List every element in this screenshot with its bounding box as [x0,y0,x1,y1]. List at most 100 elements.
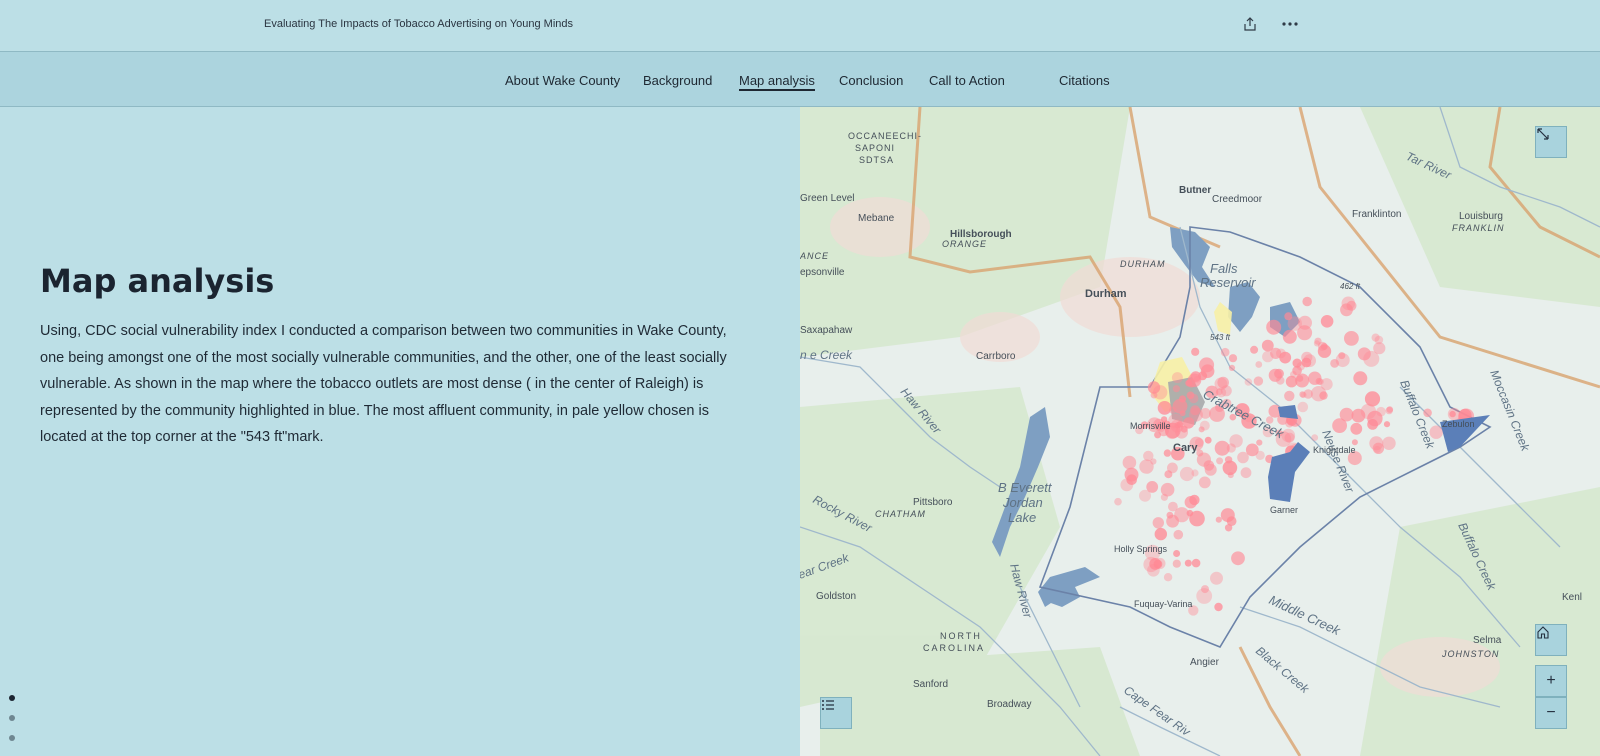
outlet-heat-point [1262,350,1274,363]
zoom-in-button[interactable]: + [1535,665,1567,697]
map-label: B Everett [998,480,1053,495]
map-label: Garner [1270,505,1298,515]
outlet-heat-point [1122,455,1137,470]
map-label: Franklinton [1352,209,1401,220]
outlet-heat-point [1255,450,1265,460]
map-label: SAPONI [855,143,895,153]
nav-map-analysis[interactable]: Map analysis [739,73,815,91]
map-label: Green Level [800,193,854,204]
map-label: Pittsboro [913,497,953,508]
outlet-heat-point [1189,510,1205,527]
outlet-heat-point [1163,573,1173,582]
map-label: CHATHAM [875,509,926,519]
outlet-heat-point [1220,347,1230,357]
outlet-heat-point [1157,401,1172,415]
outlet-heat-point [1220,508,1235,523]
outlet-heat-point [1198,426,1205,433]
outlet-heat-point [1184,496,1197,509]
outlet-heat-point [1172,559,1181,568]
outlet-heat-point [1191,469,1199,477]
more-options-icon[interactable] [1280,14,1300,34]
progress-dot[interactable] [9,735,15,741]
outlet-heat-point [1383,421,1391,428]
outlet-heat-point [1256,439,1263,446]
outlet-heat-point [1320,315,1334,328]
outlet-heat-point [1224,524,1233,532]
outlet-heat-point [1282,329,1297,344]
map-label: Broadway [987,699,1031,710]
map-label: Durham [1085,288,1127,300]
outlet-heat-point [1167,462,1178,474]
outlet-heat-point [1244,378,1253,386]
outlet-heat-point [1311,434,1319,441]
outlet-heat-point [1147,564,1160,577]
legend-icon[interactable] [820,697,852,729]
outlet-heat-point [1184,559,1192,567]
outlet-heat-point [1154,431,1162,439]
outlet-heat-point [1297,401,1309,413]
outlet-heat-point [1350,422,1363,435]
outlet-heat-point [1216,457,1224,465]
high-vulnerability-community[interactable] [1278,405,1298,419]
story-title: Evaluating The Impacts of Tobacco Advert… [264,18,574,30]
outlet-heat-point [1171,372,1183,384]
outlet-heat-point [1339,407,1354,422]
section-nav: About Wake County Background Map analysi… [0,52,1600,107]
outlet-heat-point [1196,452,1211,467]
map-label: Sanford [913,679,948,690]
outlet-heat-point [1284,390,1295,402]
map-label: Goldston [816,591,856,602]
outlet-heat-point [1126,474,1137,486]
map-label: Selma [1473,635,1502,646]
map-label: Angier [1190,657,1220,668]
outlet-heat-point [1363,350,1380,367]
outlet-heat-point [1214,602,1223,612]
map-label: n e Creek [800,348,853,362]
expand-icon[interactable] [1535,126,1567,158]
outlet-heat-point [1189,393,1199,404]
map-label: Creedmoor [1212,194,1263,205]
outlet-heat-point [1255,361,1263,368]
outlet-heat-point [1172,398,1188,414]
nav-call-to-action[interactable]: Call to Action [929,73,1005,88]
nav-about-wake-county[interactable]: About Wake County [505,73,620,88]
outlet-heat-point [1250,345,1259,354]
map-label: DURHAM [1120,259,1166,269]
outlet-heat-point [1353,371,1368,386]
outlet-heat-point [1344,331,1359,346]
progress-dot[interactable] [9,715,15,721]
map-view[interactable]: OCCANEECHI- SAPONI SDTSA Green Level Meb… [800,107,1600,756]
outlet-heat-point [1266,319,1282,335]
outlet-heat-point [1303,354,1316,368]
outlet-heat-point [1302,296,1312,307]
zoom-out-button[interactable]: − [1535,697,1567,729]
map-canvas[interactable]: OCCANEECHI- SAPONI SDTSA Green Level Meb… [800,107,1600,756]
home-icon[interactable] [1535,624,1567,656]
outlet-heat-point [1351,408,1366,423]
map-label: Butner [1179,185,1211,196]
map-label: NORTH [940,631,982,641]
progress-dots [9,695,15,755]
outlet-heat-point [1237,451,1249,464]
outlet-heat-point [1170,419,1184,433]
nav-conclusion[interactable]: Conclusion [839,73,903,88]
outlet-heat-point [1261,339,1274,352]
progress-dot[interactable] [9,695,15,701]
outlet-heat-point [1215,516,1222,523]
outlet-heat-point [1152,517,1164,529]
map-label: epsonville [800,267,845,278]
outlet-heat-point [1150,391,1158,399]
map-label: Falls [1210,261,1238,276]
map-label: SDTSA [859,155,894,165]
map-label: Cary [1173,442,1198,454]
section-body: Using, CDC social vulnerability index I … [40,323,727,445]
outlet-heat-point [1317,378,1324,386]
outlet-heat-point [1367,410,1383,427]
outlet-heat-point [1297,325,1313,341]
nav-citations[interactable]: Citations [1059,73,1110,88]
outlet-heat-point [1296,375,1304,382]
outlet-heat-point [1227,472,1234,479]
outlet-heat-point [1196,588,1213,604]
share-icon[interactable] [1240,14,1260,34]
nav-background[interactable]: Background [643,73,712,88]
